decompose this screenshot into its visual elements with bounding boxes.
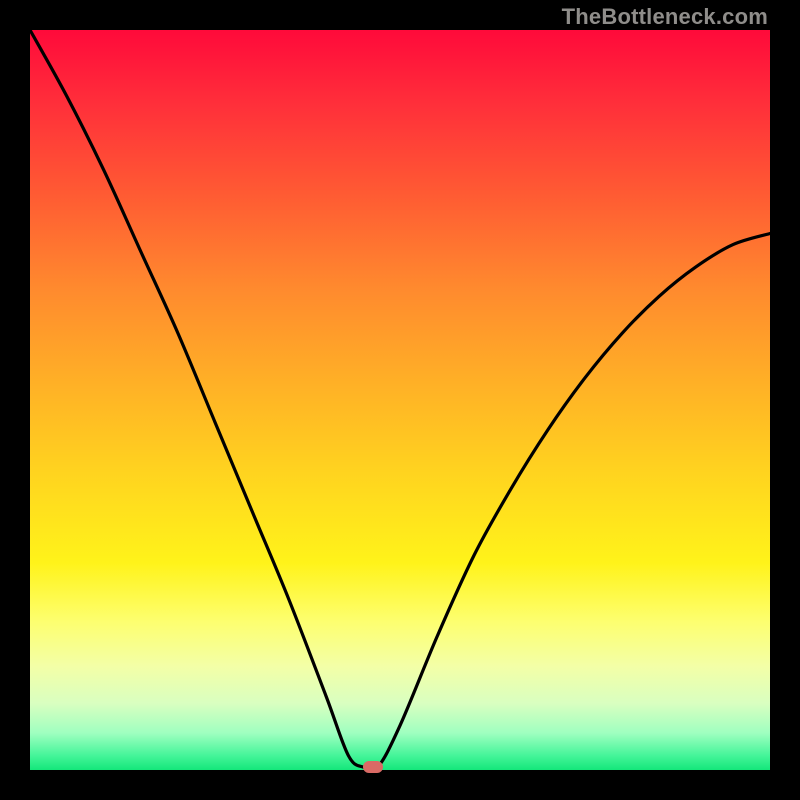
watermark-text: TheBottleneck.com bbox=[562, 4, 768, 30]
chart-frame: TheBottleneck.com bbox=[0, 0, 800, 800]
bottleneck-curve bbox=[30, 30, 770, 770]
optimal-point-marker bbox=[363, 761, 383, 773]
